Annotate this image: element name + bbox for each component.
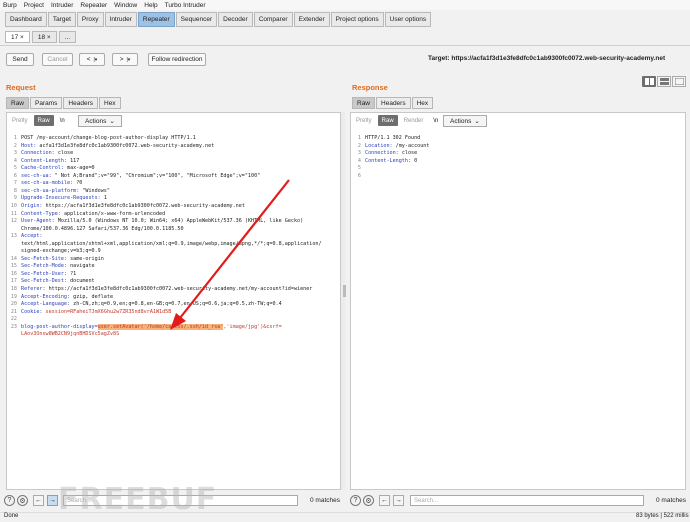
search-next-button[interactable]: → [47,495,58,506]
status-left: Done [4,513,19,519]
settings-gear-icon[interactable]: ⚙ [363,495,374,506]
help-icon[interactable]: ? [4,495,15,506]
search-prev-button[interactable]: ← [379,495,390,506]
search-prev-button[interactable]: ← [33,495,44,506]
annotation-arrow [170,179,290,330]
help-icon[interactable]: ? [350,495,361,506]
settings-gear-icon[interactable]: ⚙ [17,495,28,506]
request-matches: 0 matches [310,497,340,504]
search-next-button[interactable]: → [393,495,404,506]
response-matches: 0 matches [656,497,686,504]
watermark-logo: FREEBUF [58,482,218,517]
status-bytes-millis: 83 bytes | 522 millis [636,513,689,519]
response-search-input[interactable]: Search... [410,495,644,506]
